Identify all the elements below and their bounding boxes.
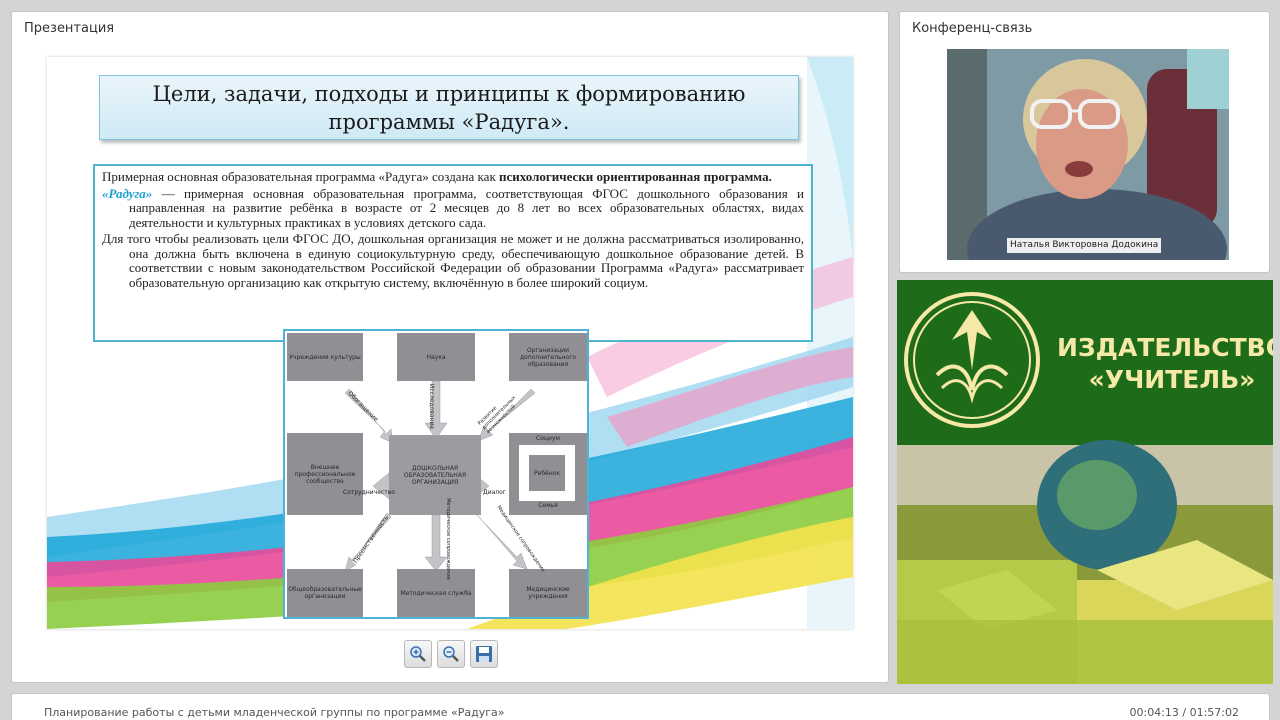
diagram-label-sotrudnichestvo: Сотрудничество xyxy=(343,489,395,496)
presentation-panel-title: Презентация xyxy=(24,21,115,36)
slide-text-box: Примерная основная образовательная прогр… xyxy=(93,164,813,342)
zoom-out-icon xyxy=(443,646,459,662)
diagram-family-frame: Ребёнок xyxy=(519,445,575,501)
diagram-label-dialog: Диалог xyxy=(483,489,506,496)
diagram-culture: Учреждения культуры xyxy=(287,333,363,381)
slide-p1-bold: психологически ориентированная программа… xyxy=(499,169,772,184)
zoom-in-icon xyxy=(410,646,426,662)
save-button[interactable] xyxy=(470,640,498,668)
diagram-family-label: Семья xyxy=(538,502,558,509)
conference-panel: Конференц-связь Наталья Викторовна Додок… xyxy=(899,11,1270,273)
diagram-label-metod: Методическое сопровождение xyxy=(444,498,451,580)
slide-p2-text: — примерная основная образовательная про… xyxy=(129,185,804,230)
bottom-status-bar: Планирование работы с детьми младенческо… xyxy=(11,693,1270,720)
playback-time: 00:04:13 / 01:57:02 xyxy=(1129,706,1239,719)
diagram-additional-education: Организации дополнительного образования xyxy=(509,333,587,381)
slide-title-line2: программы «Радуга». xyxy=(328,109,570,134)
slide-title-line1: Цели, задачи, подходы и принципы к форми… xyxy=(152,81,746,106)
presentation-panel: Презентация Цели, задачи, подходы и прин… xyxy=(11,11,889,683)
diagram-society-label: Социум xyxy=(536,435,560,442)
diagram-child: Ребёнок xyxy=(529,455,565,491)
slide-paragraph-1: Примерная основная образовательная прогр… xyxy=(102,169,804,185)
publisher-banner: ИЗДАТЕЛЬСТВО «УЧИТЕЛЬ» xyxy=(897,280,1273,684)
diagram-methodical-service: Методическая служба xyxy=(397,569,475,617)
speaker-name-label: Наталья Викторовна Додокина xyxy=(1007,238,1162,253)
conference-panel-title: Конференц-связь xyxy=(912,21,1033,36)
speaker-video-frame xyxy=(947,49,1229,260)
zoom-out-button[interactable] xyxy=(437,640,465,668)
diagram-label-issledovanie: Исследование xyxy=(428,383,436,430)
save-icon xyxy=(476,646,492,662)
diagram-center-organization: ДОШКОЛЬНАЯ ОБРАЗОВАТЕЛЬНАЯ ОРГАНИЗАЦИЯ xyxy=(389,435,481,515)
slide-paragraph-2: «Радуга» — примерная основная образовате… xyxy=(102,185,804,231)
slide-p1-text: Примерная основная образовательная прогр… xyxy=(102,169,500,184)
publisher-line1: ИЗДАТЕЛЬСТВО xyxy=(1057,333,1273,362)
zoom-in-button[interactable] xyxy=(404,640,432,668)
diagram-society: Социум Ребёнок Семья xyxy=(509,433,587,515)
slide-paragraph-3: Для того чтобы реализовать цели ФГОС ДО,… xyxy=(102,231,804,290)
diagram-medical: Медицинские учреждения xyxy=(509,569,587,617)
slide-title: Цели, задачи, подходы и принципы к форми… xyxy=(99,75,799,140)
diagram-general-education: Общеобразовательные организации xyxy=(287,569,363,617)
presentation-slide: Цели, задачи, подходы и принципы к форми… xyxy=(47,57,853,629)
diagram-science: Наука xyxy=(397,333,475,381)
publisher-name: ИЗДАТЕЛЬСТВО «УЧИТЕЛЬ» xyxy=(1057,332,1273,396)
speaker-video[interactable]: Наталья Викторовна Додокина xyxy=(947,49,1229,260)
lecture-title: Планирование работы с детьми младенческо… xyxy=(44,706,505,719)
publisher-line2: «УЧИТЕЛЬ» xyxy=(1088,365,1256,394)
organization-diagram: Учреждения культуры Наука Организации до… xyxy=(283,329,589,619)
slide-p2-name: «Радуга» xyxy=(102,185,153,201)
diagram-professional-community: Внешнее профессиональное сообщество xyxy=(287,433,363,515)
